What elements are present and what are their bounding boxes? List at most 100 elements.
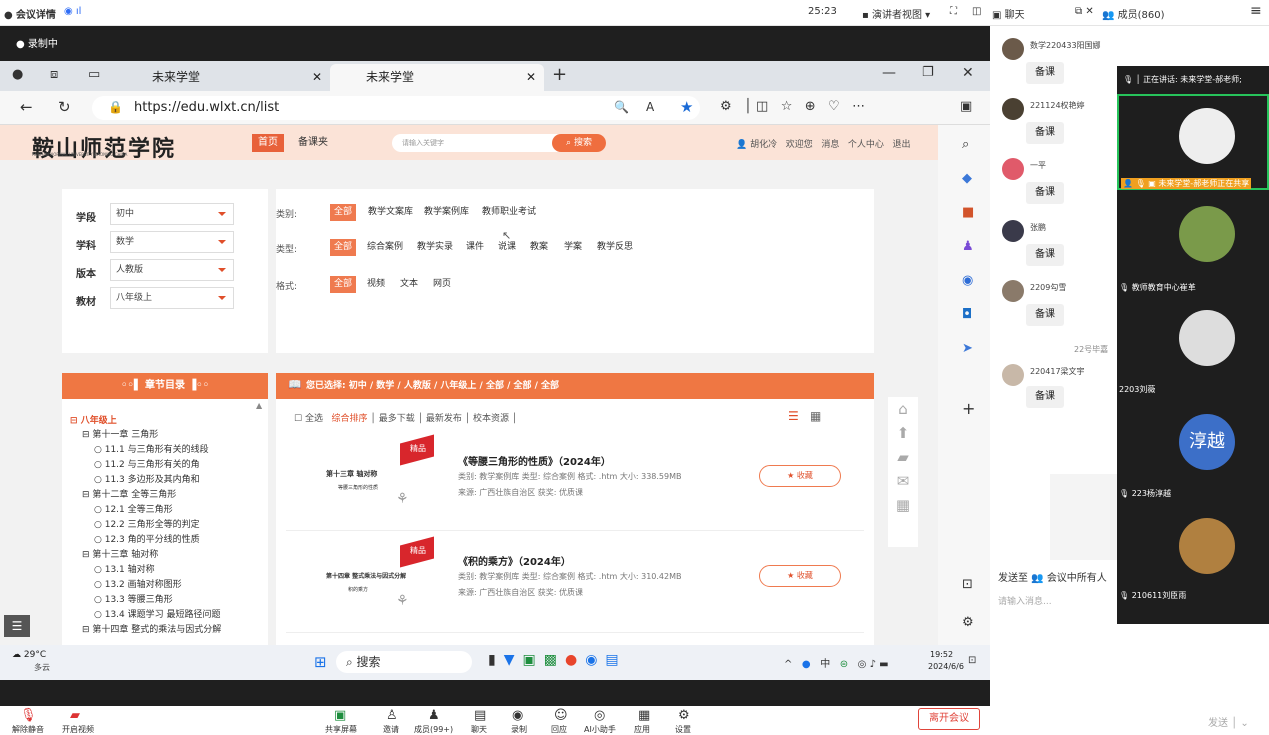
sidebar-toggle-icon[interactable]: ▣	[960, 99, 972, 114]
filter-option[interactable]: 教师职业考试	[478, 204, 540, 221]
settings-icon[interactable]: ⚙	[962, 615, 974, 630]
chat-input[interactable]: 请输入消息...	[998, 594, 1052, 607]
tree-node[interactable]: ⊟ 第十二章 全等三角形	[82, 487, 176, 500]
textbook-select[interactable]: 八年级上	[110, 287, 234, 309]
collections-icon[interactable]: ⧈	[50, 67, 58, 82]
filter-option[interactable]: 教学文案库	[364, 204, 417, 221]
favorite-star-icon[interactable]: ★	[680, 98, 693, 116]
record-icon[interactable]: ◉	[512, 708, 523, 723]
tools-icon[interactable]: ■	[962, 205, 974, 220]
meeting-info[interactable]: ● 会议详情	[4, 6, 56, 21]
tree-node[interactable]: ⊟ 第十三章 轴对称	[82, 547, 158, 560]
filter-option[interactable]: 课件	[462, 239, 488, 256]
school-resources[interactable]: 校本资源	[473, 414, 509, 424]
notification-icon[interactable]: ⊡	[968, 655, 976, 666]
favorite-button[interactable]: ★ 收藏	[759, 565, 841, 587]
close-icon[interactable]: ✕	[526, 64, 536, 91]
stage-select[interactable]: 初中	[110, 203, 234, 225]
settings-button[interactable]: 设置	[675, 724, 691, 735]
office-icon[interactable]: ◉	[962, 273, 973, 288]
tab-1[interactable]: 未来学堂 ✕	[116, 64, 330, 91]
new-tab-icon[interactable]: +	[552, 64, 567, 85]
lock-icon[interactable]: 🔒	[108, 100, 123, 114]
tab-actions-icon[interactable]: ▭	[88, 67, 100, 82]
shared-thumbnail[interactable]	[1050, 474, 1117, 560]
filter-option[interactable]: 视频	[363, 276, 389, 293]
mic-muted-icon[interactable]: 🎙	[20, 708, 37, 723]
taskbar-apps[interactable]: ▮▼▣▩●◉▤	[488, 652, 627, 668]
tree-node[interactable]: ○ 13.3 等腰三角形	[94, 592, 173, 605]
restore-icon[interactable]: ❐	[922, 65, 934, 80]
nav-prep[interactable]: 备课夹	[292, 134, 334, 152]
members-button[interactable]: 成员(99+)	[414, 724, 453, 735]
start-video-button[interactable]: 开启视频	[62, 724, 94, 735]
tree-node[interactable]: ○ 12.2 三角形全等的判定	[94, 517, 200, 530]
search-input[interactable]: 请输入关键字 ⌕ 搜索	[392, 134, 606, 152]
close-window-icon[interactable]: ✕	[962, 65, 974, 81]
share-button[interactable]: 共享屏幕	[325, 724, 357, 735]
resource-title[interactable]: 《等腰三角形的性质》（2024年）	[458, 453, 611, 468]
tree-node[interactable]: ○ 11.3 多边形及其内角和	[94, 472, 200, 485]
folder-icon[interactable]: ▰	[888, 445, 918, 469]
taskbar-search[interactable]: ⌕ 搜索	[336, 651, 472, 673]
members-tab[interactable]: 👥 成员(860)	[1102, 6, 1165, 21]
unmute-button[interactable]: 解除静音	[12, 724, 44, 735]
qr-icon[interactable]: ▦	[888, 493, 918, 517]
subject-select[interactable]: 数学	[110, 231, 234, 253]
apps-button[interactable]: 应用	[634, 724, 650, 735]
tray-icons[interactable]: ^ ● 中 ⊜ ◎ ♪ ▬	[784, 655, 889, 670]
add-icon[interactable]: +	[962, 399, 975, 418]
chat-icon[interactable]: ▤	[474, 708, 486, 723]
filter-option[interactable]: 全部	[330, 276, 357, 293]
list-toggle-icon[interactable]: ☰	[4, 615, 30, 637]
filter-option[interactable]: 教学反思	[593, 239, 637, 256]
back-icon[interactable]: ←	[20, 98, 33, 116]
grid-view-icon[interactable]: ▦	[810, 409, 821, 423]
search-icon[interactable]: ⌕	[962, 137, 969, 152]
chat-button[interactable]: 聊天	[471, 724, 487, 735]
filter-option[interactable]: 学案	[560, 239, 586, 256]
resource-item[interactable]: 精品 第十四章 整式乘法与因式分解 积的乘方 ⚘ 《积的乘方》（2024年） 类…	[286, 533, 864, 633]
video-tile-2[interactable]: 🎙 教师教育中心崔革	[1117, 192, 1269, 294]
minimize-icon[interactable]: —	[882, 65, 896, 81]
fullscreen-icon[interactable]: ⛶	[950, 6, 957, 17]
people-icon[interactable]: ♟	[962, 239, 974, 254]
up-icon[interactable]: ⬆	[888, 421, 918, 445]
filter-option[interactable]: 教学实录	[413, 239, 457, 256]
ai-button[interactable]: AI小助手	[584, 724, 616, 735]
speaker-view-button[interactable]: ▪ 演讲者视图 ▾	[862, 6, 930, 21]
nav-home[interactable]: 首页	[252, 134, 284, 152]
menu-icon[interactable]: ≡	[1250, 3, 1262, 19]
site-logo[interactable]: 鞍山师范学院	[32, 131, 176, 163]
tree-node[interactable]: ○ 13.1 轴对称	[94, 562, 155, 575]
invite-button[interactable]: 邀请	[383, 724, 399, 735]
react-button[interactable]: 回应	[551, 724, 567, 735]
sort-downloads[interactable]: 最多下载	[379, 414, 415, 424]
video-tile-5[interactable]: 🎙 210611刘臣雨	[1117, 504, 1269, 606]
list-view-icon[interactable]: ☰	[788, 409, 799, 423]
layout-icon[interactable]: ◫	[972, 6, 981, 17]
read-aloud-icon[interactable]: A	[646, 100, 654, 114]
settings-icon[interactable]: ⚙	[678, 708, 690, 723]
resource-title[interactable]: 《积的乘方》（2024年）	[458, 553, 571, 568]
apps-icon[interactable]: ▦	[638, 708, 650, 723]
zoom-icon[interactable]: 🔍	[614, 100, 629, 114]
start-icon[interactable]: ⊞	[314, 653, 327, 671]
tag-icon[interactable]: ◆	[962, 171, 972, 186]
resource-item[interactable]: 精品 第十三章 轴对称 等腰三角形的性质 ⚘ 《等腰三角形的性质》（2024年）…	[286, 431, 864, 531]
select-all-checkbox[interactable]: ☐ 全选	[294, 414, 323, 424]
leave-meeting-button[interactable]: 离开会议	[918, 708, 980, 730]
refresh-icon[interactable]: ↻	[58, 98, 71, 116]
extensions-icons[interactable]: ⚙ │ ◫ ☆ ⊕ ♡ ⋯	[720, 99, 865, 114]
ai-icon[interactable]: ◎	[594, 708, 605, 723]
video-tile-1[interactable]: 👤 🎙 ▣ 未来学堂-郝老师正在共享	[1117, 94, 1269, 190]
tree-node[interactable]: ○ 12.3 角的平分线的性质	[94, 532, 200, 545]
edition-select[interactable]: 人教版	[110, 259, 234, 281]
scroll-up-icon[interactable]: ▲	[256, 401, 262, 410]
send-icon[interactable]: ➤	[962, 341, 973, 356]
profile-icon[interactable]: ●	[12, 67, 23, 82]
tree-node[interactable]: ⊟ 八年级上	[70, 413, 117, 426]
tree-node[interactable]: ○ 11.2 与三角形有关的角	[94, 457, 200, 470]
tree-node[interactable]: ○ 13.2 画轴对称图形	[94, 577, 182, 590]
tree-node[interactable]: ⊟ 第十四章 整式的乘法与因式分解	[82, 622, 221, 635]
